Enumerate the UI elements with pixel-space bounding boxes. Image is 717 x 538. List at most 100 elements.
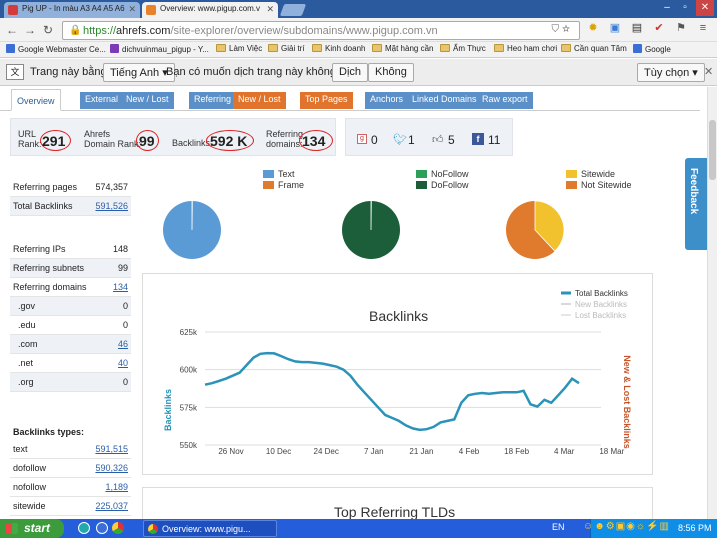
google-plus-count: 0 (371, 133, 378, 147)
y-tick-label: 550k (180, 441, 198, 450)
extension-icon[interactable]: ▣ (608, 21, 622, 35)
scrollbar-thumb[interactable] (709, 120, 716, 180)
stat-label: text (13, 444, 28, 454)
browser-tab[interactable]: Pig UP - In màu A3 A4 A5 A6 ✕ (4, 2, 140, 18)
legend-swatch-frame (263, 181, 274, 189)
stat-value-link[interactable]: 40 (118, 358, 128, 368)
url-text[interactable]: https://ahrefs.com/site-explorer/overvie… (83, 25, 438, 37)
table-row: dofollow 590,326 (10, 459, 131, 478)
wrench-menu-icon[interactable]: ≡ (696, 21, 710, 35)
y-tick-label: 625k (180, 328, 198, 337)
browser-tab-active[interactable]: Overview: www.pigup.com.v ✕ (142, 2, 278, 18)
legend-series-label: Lost Backlinks (575, 311, 626, 320)
tray-icons[interactable]: ☺☻⚙▣◉☼⚡▥ (583, 521, 670, 532)
bookmark-folder[interactable]: Mặt hàng cần (372, 44, 433, 53)
stat-value-link[interactable]: 591,515 (95, 444, 128, 454)
feedback-label: Feedback (688, 168, 699, 215)
quicklaunch-icon[interactable] (78, 522, 90, 534)
stat-value-link[interactable]: 134 (113, 282, 128, 292)
tab-external[interactable]: External (80, 92, 124, 109)
stat-value-link[interactable]: 591,526 (95, 201, 128, 211)
extension-icon[interactable]: ▤ (630, 21, 644, 35)
stat-label: nofollow (13, 482, 47, 492)
table-row: nofollow 1,189 (10, 478, 131, 497)
extension-icon[interactable]: ⚑ (674, 21, 688, 35)
twitter-icon: 🐦︎ (393, 134, 407, 146)
tab-raw-export[interactable]: Raw export (477, 92, 533, 109)
stat-value: 0 (122, 320, 128, 330)
close-tab-icon[interactable]: ✕ (266, 4, 274, 15)
forward-arrow-icon[interactable]: → (22, 22, 38, 38)
tab-anchors[interactable]: Anchors (365, 92, 409, 109)
language-select[interactable]: Tiếng Anh ▾ (103, 63, 175, 82)
table-row: Total Backlinks 591,526 (10, 197, 131, 216)
bookmark-folder[interactable]: Ẩm Thực (440, 44, 486, 53)
stat-label: dofollow (13, 463, 47, 473)
tab-linked-domains[interactable]: Linked Domains (407, 92, 482, 109)
bookmark-folder[interactable]: Giải trí (268, 44, 305, 53)
address-bar-actions[interactable]: ⛉☆ (552, 24, 574, 35)
translate-question: Bạn có muốn dịch trang này không? (166, 66, 343, 78)
stat-value: 148 (112, 244, 128, 254)
y-tick-label: 575k (180, 403, 198, 412)
chrome-icon[interactable] (112, 522, 124, 534)
minimize-button[interactable]: – (658, 0, 676, 16)
bookmark-folder[interactable]: Kinh doanh (312, 44, 365, 53)
close-tab-icon[interactable]: ✕ (128, 4, 136, 15)
legend-label: DoFollow (431, 180, 469, 190)
stat-label: Referring domains (13, 282, 87, 292)
bookmark-folder[interactable]: Heo ham chơi (494, 44, 557, 53)
legend-swatch-text (263, 170, 274, 178)
x-tick-label: 21 Jan (409, 447, 433, 456)
maximize-button[interactable]: ▫ (676, 0, 694, 16)
tab-new-lost-backlinks[interactable]: New / Lost (121, 92, 174, 109)
ie-icon[interactable] (96, 522, 108, 534)
folder-icon (372, 44, 382, 52)
stat-value-link[interactable]: 46 (118, 339, 128, 349)
close-icon[interactable]: ✕ (704, 65, 713, 78)
feedback-button[interactable]: Feedback (685, 158, 707, 250)
table-row: Referring subnets 99 (10, 259, 131, 278)
translate-icon: 文 (6, 64, 24, 80)
url-rank-value: 291 (42, 133, 66, 149)
legend-label: Sitewide (581, 169, 616, 179)
bookmark-folder[interactable]: Làm Việc (216, 44, 262, 53)
stat-label: sitewide (13, 501, 46, 511)
table-row: .net 40 (10, 354, 131, 373)
tab-overview[interactable]: Overview (11, 89, 61, 111)
x-tick-label: 18 Mar (599, 447, 624, 456)
tab-top-pages[interactable]: Top Pages (300, 92, 353, 109)
start-button[interactable]: start (0, 519, 64, 538)
browser-tab-title: Pig UP - In màu A3 A4 A5 A6 (22, 4, 125, 13)
backlinks-line-chart: Backlinks Backlinks New & Lost Backlinks… (163, 289, 632, 456)
stats-top-table: Referring pages 574,357 Total Backlinks 59… (10, 178, 131, 216)
close-window-button[interactable]: ✕ (696, 0, 714, 16)
google-icon (633, 44, 642, 53)
bookmark-item[interactable]: Google Webmaster Ce... (6, 44, 106, 54)
stat-value-link[interactable]: 225,037 (95, 501, 128, 511)
x-tick-label: 4 Mar (554, 447, 575, 456)
legend-swatch-not-sitewide (566, 181, 577, 189)
tab-new-lost-referring[interactable]: New / Lost (233, 92, 286, 109)
bookmark-item[interactable]: Google (633, 44, 671, 54)
extension-icon[interactable]: ✔ (652, 21, 666, 35)
bookmark-item[interactable]: dichvuinmau_pigup - Y... (110, 44, 209, 54)
address-bar[interactable]: 🔒 https://ahrefs.com/site-explorer/overv… (62, 21, 580, 40)
taskbar-window-button[interactable]: Overview: www.pigu... (143, 520, 277, 537)
reload-icon[interactable]: ↻ (40, 22, 56, 38)
back-arrow-icon[interactable]: ← (4, 22, 20, 38)
stat-value-link[interactable]: 1,189 (105, 482, 128, 492)
legend-swatch-nofollow (416, 170, 427, 178)
language-indicator[interactable]: EN (552, 522, 565, 532)
folder-icon (494, 44, 504, 52)
new-tab-button[interactable] (279, 4, 307, 16)
options-button[interactable]: Tùy chọn ▾ (637, 63, 705, 82)
like-count: 5 (448, 133, 455, 147)
bookmark-folder[interactable]: Cần quan Tâm (561, 44, 627, 53)
stat-value: 0 (122, 377, 128, 387)
translate-button[interactable]: Dịch (332, 63, 369, 82)
no-translate-button[interactable]: Không (368, 63, 414, 82)
tab-referring[interactable]: Referring (189, 92, 237, 109)
stat-value-link[interactable]: 590,326 (95, 463, 128, 473)
extension-icon[interactable]: ✹ (586, 21, 600, 35)
